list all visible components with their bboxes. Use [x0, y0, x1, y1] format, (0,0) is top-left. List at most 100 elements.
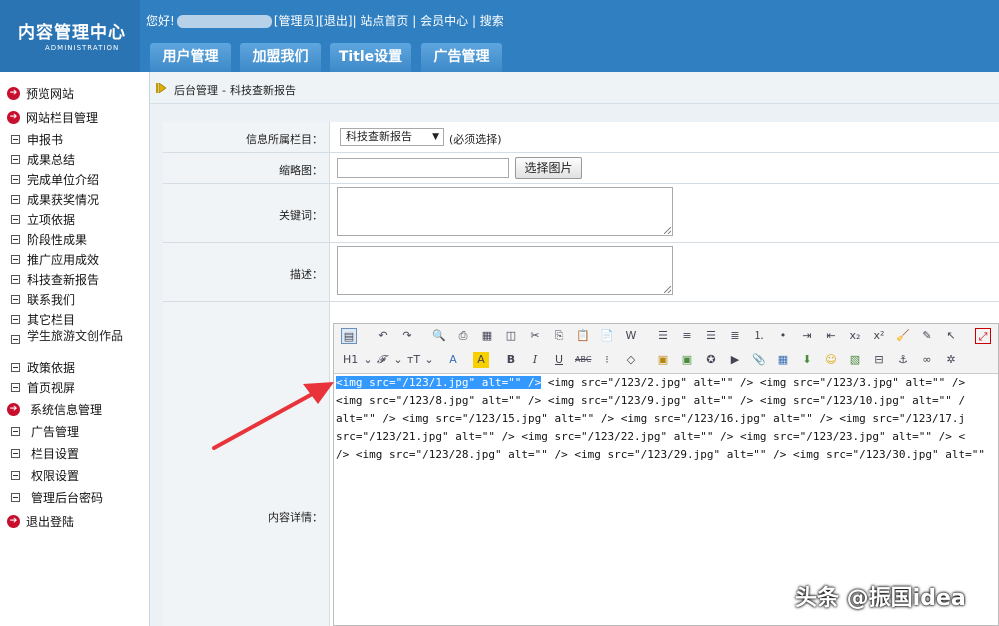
justify-icon[interactable]: ≣: [727, 328, 743, 344]
choose-image-button[interactable]: 选择图片: [515, 157, 582, 179]
image-icon[interactable]: ▣: [655, 352, 671, 368]
sidebar-item-label: 完成单位介绍: [27, 173, 100, 187]
print-icon[interactable]: ⎙: [455, 328, 471, 344]
align-center-icon[interactable]: ≡: [679, 328, 695, 344]
sidebar-item-label: 学生旅游文创作品: [27, 329, 124, 343]
tab-title-settings[interactable]: Title设置: [330, 43, 411, 72]
unlink-icon[interactable]: ✲: [943, 352, 959, 368]
map-icon[interactable]: ▧: [847, 352, 863, 368]
collapse-icon: [11, 275, 20, 284]
sidebar-item-preview-site[interactable]: ➔ 预览网站: [7, 85, 74, 102]
bold-icon[interactable]: B: [503, 352, 519, 368]
collapse-icon: [11, 383, 20, 392]
sidebar-item-awards[interactable]: 成果获奖情况: [7, 191, 99, 208]
sidebar-item-student-works[interactable]: 学生旅游文创作品: [7, 329, 137, 344]
sidebar-item-unit-intro[interactable]: 完成单位介绍: [7, 171, 99, 188]
ordered-list-icon[interactable]: ⒈: [751, 328, 767, 344]
italic-icon[interactable]: I: [527, 352, 543, 368]
align-left-icon[interactable]: ☰: [655, 328, 671, 344]
sidebar-item-permissions[interactable]: 权限设置: [7, 467, 79, 484]
paste-text-icon[interactable]: 📄: [599, 328, 615, 344]
paste-icon[interactable]: 📋: [575, 328, 591, 344]
sidebar-item-summary[interactable]: 成果总结: [7, 151, 75, 168]
media-icon[interactable]: ▶: [727, 352, 743, 368]
template-icon[interactable]: ▦: [479, 328, 495, 344]
sidebar-item-application[interactable]: 申报书: [7, 131, 63, 148]
tab-ad-management[interactable]: 广告管理: [421, 43, 502, 72]
admin-link[interactable]: [管理员]: [274, 14, 319, 28]
sidebar-item-contact[interactable]: 联系我们: [7, 291, 75, 308]
insert-row-icon[interactable]: ⬇: [799, 352, 815, 368]
sidebar-item-other[interactable]: 其它栏目: [7, 311, 75, 328]
sidebar-item-label: 广告管理: [31, 425, 80, 439]
pointer-icon[interactable]: ↖: [943, 328, 959, 344]
sidebar-item-column-management[interactable]: ➔ 网站栏目管理: [7, 109, 98, 126]
font-family-dropdown[interactable]: 𝓕: [377, 352, 385, 368]
breadcrumb-root[interactable]: 后台管理: [174, 84, 218, 97]
sidebar-item-system-info[interactable]: ➔ 系统信息管理: [7, 401, 102, 418]
font-size-dropdown[interactable]: тT: [407, 352, 420, 368]
sidebar-item-home-video[interactable]: 首页视屏: [7, 379, 75, 396]
sidebar-item-column-settings[interactable]: 栏目设置: [7, 445, 79, 462]
superscript-icon[interactable]: x²: [871, 328, 887, 344]
resize-grip-icon[interactable]: [664, 286, 671, 293]
horizontal-rule-icon[interactable]: ⁝: [599, 352, 615, 368]
multi-image-icon[interactable]: ▣: [679, 352, 695, 368]
arrow-circle-icon: ➔: [7, 403, 20, 416]
tab-user-management[interactable]: 用户管理: [150, 43, 231, 72]
tab-join-us[interactable]: 加盟我们: [240, 43, 321, 72]
link-icon[interactable]: ∞: [919, 352, 935, 368]
highlight-icon[interactable]: A: [473, 352, 489, 368]
paste-word-icon[interactable]: W: [623, 328, 639, 344]
sidebar-item-policy[interactable]: 政策依据: [7, 359, 75, 376]
logout-link[interactable]: [退出]: [319, 14, 352, 28]
category-select[interactable]: 科技查新报告 ▼: [340, 128, 444, 146]
redo-icon[interactable]: ↷: [399, 328, 415, 344]
source-icon[interactable]: ▤: [341, 328, 357, 344]
subscript-icon[interactable]: x₂: [847, 328, 863, 344]
outdent-icon[interactable]: ⇤: [823, 328, 839, 344]
strikethrough-icon[interactable]: ABC: [575, 352, 591, 368]
page-break-icon[interactable]: ⊟: [871, 352, 887, 368]
unordered-list-icon[interactable]: •: [775, 328, 791, 344]
sidebar-item-admin-password[interactable]: 管理后台密码: [7, 489, 103, 506]
anchor-icon[interactable]: ⚓: [895, 352, 911, 368]
preview-icon[interactable]: 🔍: [431, 328, 447, 344]
breadcrumb-current: 科技查新报告: [229, 84, 296, 97]
underline-icon[interactable]: U: [551, 352, 567, 368]
attachment-icon[interactable]: 📎: [751, 352, 767, 368]
thumbnail-input[interactable]: [337, 158, 509, 178]
sidebar-item-ads[interactable]: 广告管理: [7, 423, 79, 440]
sidebar-item-stage-results[interactable]: 阶段性成果: [7, 231, 87, 248]
table-icon[interactable]: ▦: [775, 352, 791, 368]
cut-icon[interactable]: ✂: [527, 328, 543, 344]
code-icon[interactable]: ◫: [503, 328, 519, 344]
sidebar-item-basis[interactable]: 立项依据: [7, 211, 75, 228]
eraser-icon[interactable]: ◇: [623, 352, 639, 368]
collapse-icon: [11, 363, 20, 372]
heading-dropdown[interactable]: H1: [343, 352, 358, 368]
select-all-icon[interactable]: ✎: [919, 328, 935, 344]
sidebar-item-novelty-report[interactable]: 科技查新报告: [7, 271, 99, 288]
sidebar-item-application-effect[interactable]: 推广应用成效: [7, 251, 99, 268]
site-home-link[interactable]: | 站点首页: [353, 14, 409, 28]
sidebar-item-label: 阶段性成果: [27, 233, 88, 247]
emoticon-icon[interactable]: ☺: [823, 352, 839, 368]
indent-icon[interactable]: ⇥: [799, 328, 815, 344]
flash-icon[interactable]: ✪: [703, 352, 719, 368]
align-right-icon[interactable]: ☰: [703, 328, 719, 344]
fullscreen-icon[interactable]: ⤢: [975, 328, 991, 344]
undo-icon[interactable]: ↶: [375, 328, 391, 344]
resize-grip-icon[interactable]: [664, 227, 671, 234]
member-center-link[interactable]: | 会员中心: [412, 14, 468, 28]
copy-icon[interactable]: ⎘: [551, 328, 567, 344]
collapse-icon: [11, 315, 20, 324]
font-color-icon[interactable]: A: [445, 352, 461, 368]
sidebar-item-logout[interactable]: ➔ 退出登陆: [7, 513, 74, 530]
keywords-textarea[interactable]: [337, 187, 673, 236]
sidebar-item-label: 网站栏目管理: [26, 111, 99, 125]
clear-format-icon[interactable]: 🧹: [895, 328, 911, 344]
search-link[interactable]: | 搜索: [472, 14, 504, 28]
breadcrumb-bar: 后台管理 - 科技查新报告: [150, 72, 999, 104]
description-textarea[interactable]: [337, 246, 673, 295]
